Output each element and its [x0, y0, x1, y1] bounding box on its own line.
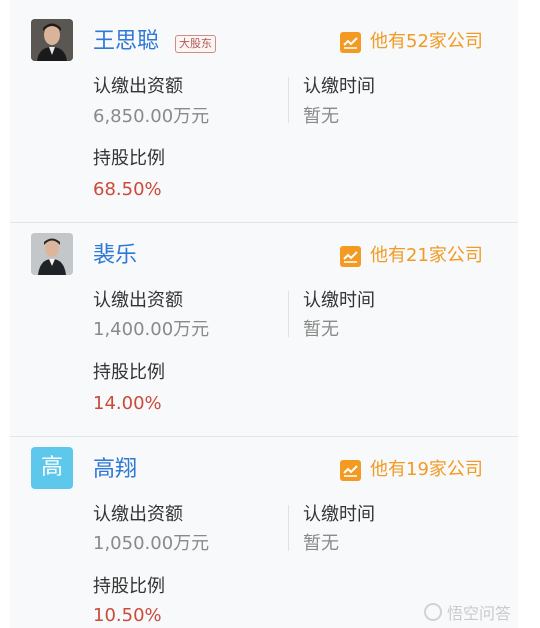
trend-chart-icon [340, 245, 361, 267]
shareholder-name[interactable]: 王思聪 [93, 28, 159, 56]
ratio-label: 持股比例 [93, 576, 165, 597]
time-label: 认缴时间 [303, 504, 375, 525]
time-label: 认缴时间 [303, 76, 375, 97]
trend-chart-icon [340, 459, 361, 481]
avatar[interactable]: 高 [31, 447, 73, 489]
ratio-label: 持股比例 [93, 362, 165, 383]
shareholder-list-page: 王思聪 大股东 他有52家公司 认缴出资额 6,850.00万元 认缴时间 暂无… [0, 0, 540, 628]
capital-label: 认缴出资额 [93, 76, 183, 97]
shareholder-name[interactable]: 裴乐 [93, 242, 137, 270]
time-value: 暂无 [303, 319, 339, 340]
company-count-link[interactable]: 他有52家公司 [340, 29, 483, 55]
column-divider [288, 291, 289, 337]
company-count-text: 他有21家公司 [370, 245, 483, 266]
time-label: 认缴时间 [303, 290, 375, 311]
person-photo-icon [31, 19, 73, 61]
watermark-text: 悟空问答 [447, 604, 512, 623]
avatar[interactable] [31, 233, 73, 275]
capital-value: 1,400.00万元 [93, 319, 210, 340]
avatar[interactable] [31, 19, 73, 61]
major-shareholder-badge: 大股东 [175, 35, 216, 53]
watermark-logo-icon [424, 603, 442, 621]
ratio-label: 持股比例 [93, 148, 165, 169]
capital-label: 认缴出资额 [93, 504, 183, 525]
shareholder-name[interactable]: 高翔 [93, 456, 137, 484]
company-count-link[interactable]: 他有21家公司 [340, 243, 483, 269]
column-divider [288, 77, 289, 123]
capital-value: 1,050.00万元 [93, 533, 210, 554]
capital-value: 6,850.00万元 [93, 106, 210, 127]
company-count-text: 他有52家公司 [370, 31, 483, 52]
company-count-link[interactable]: 他有19家公司 [340, 457, 483, 483]
person-photo-icon [31, 233, 73, 275]
capital-label: 认缴出资额 [93, 290, 183, 311]
time-value: 暂无 [303, 533, 339, 554]
ratio-value: 68.50% [93, 179, 162, 200]
company-count-text: 他有19家公司 [370, 459, 483, 480]
watermark: 悟空问答 [424, 601, 511, 623]
time-value: 暂无 [303, 106, 339, 127]
ratio-value: 10.50% [93, 605, 162, 626]
column-divider [288, 505, 289, 551]
ratio-value: 14.00% [93, 393, 162, 414]
trend-chart-icon [340, 31, 361, 53]
